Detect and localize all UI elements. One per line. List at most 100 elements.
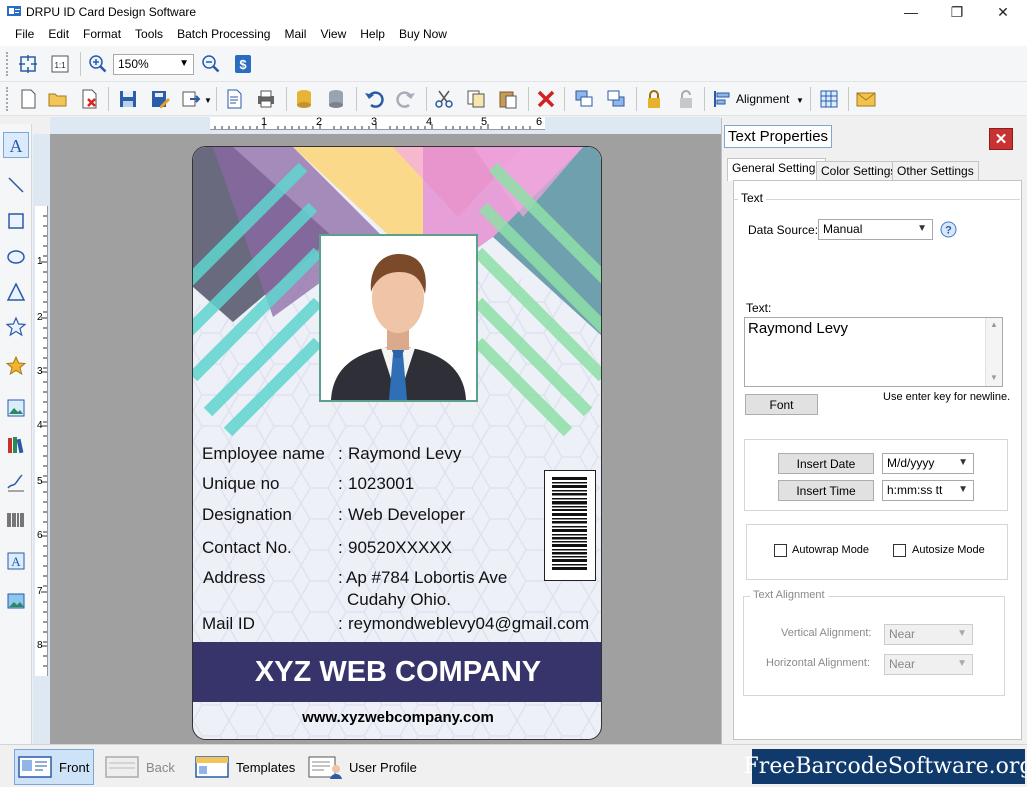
paste-icon[interactable] — [496, 87, 520, 111]
triangle-tool-icon[interactable] — [3, 279, 29, 305]
shapes-tool-icon[interactable] — [3, 353, 29, 379]
save-icon[interactable] — [116, 87, 140, 111]
designation-value[interactable]: Web Developer — [348, 505, 465, 525]
zoom-in-icon[interactable] — [86, 52, 110, 76]
autowrap-checkbox[interactable] — [774, 544, 787, 557]
alignment-icon[interactable] — [710, 87, 734, 111]
text-input[interactable]: Raymond Levy ▲ ▼ — [744, 317, 1003, 387]
alignment-button[interactable]: Alignment — [736, 92, 789, 106]
actual-size-icon[interactable]: 1:1 — [48, 52, 72, 76]
menu-help[interactable]: Help — [353, 24, 392, 46]
close-file-icon[interactable] — [78, 87, 102, 111]
unlock-icon[interactable] — [674, 87, 698, 111]
insert-date-button[interactable]: Insert Date — [778, 453, 874, 474]
font-button[interactable]: Font — [745, 394, 818, 415]
new-file-icon[interactable] — [16, 87, 40, 111]
fit-to-window-icon[interactable] — [16, 52, 40, 76]
print-preview-icon[interactable] — [222, 87, 246, 111]
zoom-select[interactable]: 150% ▼ — [113, 54, 194, 75]
rectangle-tool-icon[interactable] — [3, 208, 29, 234]
grid-icon[interactable] — [817, 87, 841, 111]
mail-id-value[interactable]: reymondweblevy04@gmail.com — [348, 614, 589, 634]
menu-batch-processing[interactable]: Batch Processing — [170, 24, 277, 46]
help-icon[interactable]: ? — [940, 221, 957, 238]
autosize-checkbox[interactable] — [893, 544, 906, 557]
templates-button[interactable]: Templates — [194, 749, 304, 785]
database-settings-icon[interactable] — [324, 87, 348, 111]
vertical-alignment-select[interactable]: Near ▼ — [884, 624, 973, 645]
save-as-icon[interactable] — [148, 87, 172, 111]
scroll-down-icon[interactable]: ▼ — [990, 373, 998, 382]
tab-color-settings[interactable]: Color Settings — [816, 161, 902, 180]
text-scrollbar[interactable]: ▲ ▼ — [985, 318, 1002, 386]
menu-edit[interactable]: Edit — [41, 24, 76, 46]
star-tool-icon[interactable] — [3, 314, 29, 340]
barcode-tool-icon[interactable] — [3, 507, 29, 533]
contact-value[interactable]: 90520XXXXX — [348, 538, 452, 558]
export-icon[interactable] — [180, 87, 204, 111]
ellipse-tool-icon[interactable] — [3, 244, 29, 270]
open-folder-icon[interactable] — [46, 87, 70, 111]
bring-forward-icon[interactable] — [572, 87, 596, 111]
picture-tool-icon[interactable] — [3, 588, 29, 614]
menu-tools[interactable]: Tools — [128, 24, 170, 46]
signature-tool-icon[interactable] — [3, 470, 29, 496]
image-tool-icon[interactable] — [3, 395, 29, 421]
insert-time-button[interactable]: Insert Time — [778, 480, 874, 501]
database-icon[interactable] — [292, 87, 316, 111]
address-value[interactable]: Ap #784 Lobortis Ave — [346, 568, 507, 588]
ruler-mark: 1 — [261, 116, 268, 128]
main-toolbar: ▼ Alignment ▼ — [0, 82, 1027, 116]
back-side-button[interactable]: Back — [104, 749, 184, 785]
menu-buy-now[interactable]: Buy Now — [392, 24, 454, 46]
scroll-up-icon[interactable]: ▲ — [990, 320, 998, 329]
panel-close-icon[interactable]: ✕ — [989, 128, 1013, 150]
ruler-mark: 1 — [37, 256, 43, 267]
employee-name-value[interactable]: Raymond Levy — [348, 444, 461, 464]
line-tool-icon[interactable] — [3, 172, 29, 198]
undo-icon[interactable] — [362, 87, 386, 111]
restore-icon[interactable]: ❐ — [934, 0, 980, 24]
mail-icon[interactable] — [854, 87, 878, 111]
chevron-down-icon: ▼ — [917, 223, 927, 234]
menu-mail[interactable]: Mail — [277, 24, 313, 46]
svg-text:?: ? — [945, 225, 952, 237]
avatar-icon — [321, 236, 476, 400]
minimize-icon[interactable]: — — [888, 0, 934, 24]
print-icon[interactable] — [254, 87, 278, 111]
company-website[interactable]: www.xyzwebcompany.com — [193, 709, 601, 726]
copy-icon[interactable] — [464, 87, 488, 111]
menu-format[interactable]: Format — [76, 24, 128, 46]
menu-view[interactable]: View — [313, 24, 353, 46]
employee-photo[interactable] — [319, 234, 478, 402]
date-format-select[interactable]: M/d/yyyy ▼ — [882, 453, 974, 474]
cut-icon[interactable] — [432, 87, 456, 111]
time-format-select[interactable]: h:mm:ss tt ▼ — [882, 480, 974, 501]
unique-no-value[interactable]: 1023001 — [348, 474, 414, 494]
back-card-icon — [105, 756, 139, 778]
delete-icon[interactable] — [534, 87, 558, 111]
library-tool-icon[interactable] — [3, 432, 29, 458]
close-icon[interactable]: ✕ — [980, 0, 1026, 24]
field-separator: : — [338, 505, 343, 524]
barcode[interactable] — [544, 470, 596, 581]
tab-general-settings[interactable]: General Settings — [727, 158, 827, 181]
menu-file[interactable]: File — [8, 24, 41, 46]
data-source-select[interactable]: Manual ▼ — [818, 219, 933, 240]
address-line2-value[interactable]: Cudahy Ohio. — [347, 590, 451, 610]
tab-other-settings[interactable]: Other Settings — [892, 161, 979, 180]
id-card[interactable]: Employee name : Raymond Levy Unique no :… — [192, 146, 602, 740]
send-backward-icon[interactable] — [604, 87, 628, 111]
text-tool-icon[interactable]: A — [3, 132, 29, 158]
zoom-out-icon[interactable] — [199, 52, 223, 76]
chevron-down-icon[interactable]: ▼ — [796, 96, 804, 105]
redo-icon[interactable] — [394, 87, 418, 111]
company-name[interactable]: XYZ WEB COMPANY — [193, 642, 601, 702]
buy-dollar-icon[interactable]: $ — [231, 52, 255, 76]
watermark-tool-icon[interactable]: A — [3, 548, 29, 574]
user-profile-button[interactable]: User Profile — [307, 749, 427, 785]
front-side-button[interactable]: Front — [14, 749, 94, 785]
horizontal-alignment-select[interactable]: Near ▼ — [884, 654, 973, 675]
chevron-down-icon[interactable]: ▼ — [204, 96, 212, 105]
lock-icon[interactable] — [642, 87, 666, 111]
